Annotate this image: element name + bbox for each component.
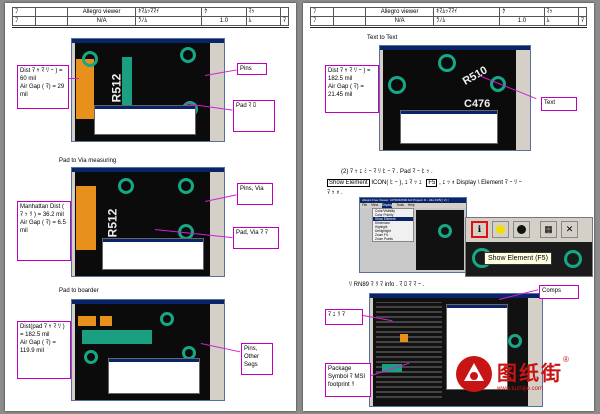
- toolbar-zoom: ℹ ▦ ✕ Show Element (F5): [465, 217, 593, 277]
- hdr-cell: ﾏ: [279, 16, 290, 26]
- step-2-intro: (2) ﾏ ｯ ｪ ﾐ ｰ ﾏ ﾘ ﾋ ｰ ﾏ . Pad ﾏ ｰ ﾋ ｯ .: [341, 169, 433, 175]
- watermark-emblem-icon: [456, 356, 492, 392]
- hdr-product: Allegro viewer: [364, 7, 435, 17]
- step-2-line: Show Element ICON( ﾋ ｰ ), ｪ ﾏ ｯ ｪ F5 , ｪ…: [327, 177, 522, 187]
- measurement-note: Dist(pad ﾏ ｬ ﾏ ﾘ ) = 182.5 mil Air Gap (…: [17, 321, 71, 379]
- hdr-cell: ﾌ: [310, 7, 334, 17]
- hdr-cell: [34, 16, 68, 26]
- caption-pad-to-via: Pad to Via measuring: [59, 158, 117, 164]
- yellow-dot-icon[interactable]: [492, 221, 509, 238]
- right-header-table: ﾌ Allegro viewer ｷﾏﾑｯﾏﾏｲ ｸ ﾏｯ ﾌ N/A ﾗﾉﾑ …: [310, 7, 588, 26]
- step-2-end: ﾏ ｯ ｫ .: [327, 190, 343, 196]
- screenshot-pad-to-pad: R512: [71, 38, 225, 142]
- screenshot-pad-to-via: R512: [71, 167, 225, 277]
- screenshot-text-to-text: R510 C476: [379, 45, 531, 151]
- display-menu-dropdown: Color/Visibility Color Priority Show Eleme…: [372, 208, 414, 242]
- hdr-cell: ﾌ: [12, 16, 36, 26]
- hdr-cell: [34, 7, 68, 17]
- hdr-cell: ﾗﾉﾑ: [135, 16, 203, 26]
- hdr-doc-no: N/A: [66, 16, 137, 26]
- ratsnest-icon[interactable]: ✕: [561, 221, 578, 238]
- note-highlight: ﾏ ｪ ﾘ ﾏ: [325, 309, 363, 325]
- hdr-cell: ｸ: [499, 7, 545, 17]
- show-element-highlight: Show Element: [327, 179, 370, 187]
- hdr-cell: ﾏｯ: [543, 7, 579, 17]
- label-pins: Pins: [237, 63, 267, 75]
- header-divider: [12, 27, 289, 28]
- hdr-cell: ｷﾏﾑｯﾏﾏｲ: [433, 7, 501, 17]
- hdr-version: 1.0: [499, 16, 545, 26]
- measurement-note: Dist ﾏ ｬ ﾏ ﾘ ｰ ) = 182.5 mil Air Gap ( ﾏ…: [325, 65, 379, 113]
- measurement-note: Manhattan Dist ( ﾏ ｯ ﾘ ) = 36.2 mil Air …: [17, 201, 71, 261]
- label-pins-other-segs: Pins, Other Segs: [241, 343, 273, 375]
- hdr-cell: [279, 7, 290, 17]
- watermark-brand: 图纸街: [497, 360, 563, 385]
- hdr-cell: ﾗﾉﾑ: [433, 16, 501, 26]
- watermark-url: www.tuzhijie.com: [497, 385, 544, 392]
- hdr-cell: ﾏｯ: [245, 7, 281, 17]
- black-dot-icon[interactable]: [513, 221, 530, 238]
- screenshot-pad-to-border: [71, 299, 225, 401]
- hdr-cell: ﾑ: [543, 16, 579, 26]
- silk-refdes: R510: [460, 64, 490, 88]
- grid-icon[interactable]: ▦: [540, 221, 557, 238]
- measurement-note: Dist ﾏ ｬ ﾏ ﾘ ｰ ) = 60 mil Air Gap ( ﾏ) =…: [17, 65, 69, 109]
- hdr-cell: ｸ: [201, 7, 247, 17]
- hdr-cell: ﾑ: [245, 16, 281, 26]
- caption-pad-to-border: Pad to boarder: [59, 288, 99, 294]
- menubar-item-file[interactable]: File: [362, 203, 367, 208]
- hdr-doc-no: N/A: [364, 16, 435, 26]
- hdr-version: 1.0: [201, 16, 247, 26]
- hdr-cell: ﾌ: [310, 16, 334, 26]
- f5-key: F5: [426, 179, 438, 187]
- hdr-cell: [332, 16, 366, 26]
- hdr-cell: [577, 7, 588, 17]
- header-divider: [310, 27, 587, 28]
- menu-item[interactable]: Zoom Points: [373, 237, 413, 241]
- hdr-cell: ﾏ: [577, 16, 588, 26]
- hdr-cell: [332, 7, 366, 17]
- silk-refdes: R512: [105, 208, 120, 238]
- silk-refdes: C476: [464, 98, 491, 110]
- label-comps: Comps: [539, 285, 579, 299]
- show-element-tooltip: Show Element (F5): [484, 252, 552, 265]
- hdr-product: Allegro viewer: [66, 7, 137, 17]
- watermark-logo: 图纸街 www.tuzhijie.com ®: [455, 355, 569, 393]
- silk-refdes: R512: [109, 73, 124, 103]
- left-page: ﾌ Allegro viewer ｷﾏﾑｯﾏﾏｲ ｸ ﾏｯ ﾌ N/A ﾗﾉﾑ …: [5, 3, 296, 411]
- label-text: Text: [541, 97, 577, 111]
- label-pins-via: Pins, Via: [237, 183, 273, 205]
- caption-text-to-text: Text to Text: [367, 35, 398, 41]
- label-pad: Pad ﾏ ﾛ: [233, 100, 275, 132]
- screenshot-display-menu: Allegro Free Viewer: 107D010ISR.brd Proj…: [359, 197, 467, 273]
- hdr-cell: ﾌ: [12, 7, 36, 17]
- watermark-reg: ®: [563, 355, 569, 364]
- note-package-symbol: Package Symbol ﾏ MSI footprint ﾘ: [325, 363, 371, 397]
- step-2-display-path: , ｪ ｯ ｫ Display \ Element ﾏ ｰ ﾘ ｰ: [439, 180, 522, 186]
- label-pad-via: Pad, Via ﾏ ﾏ: [233, 227, 279, 249]
- hdr-cell: ｷﾏﾑｯﾏﾏｲ: [135, 7, 203, 17]
- right-page: ﾌ Allegro viewer ｷﾏﾑｯﾏﾏｲ ｸ ﾏｯ ﾌ N/A ﾗﾉﾑ …: [303, 3, 594, 411]
- step-2-icon-text: ICON( ﾋ ｰ ), ｪ ﾏ ｯ ｪ: [371, 180, 422, 186]
- step-3: ﾘ RN89 ﾏ ﾘ ﾏ info . ﾏ ﾛ ﾏ ﾏ ｰ .: [349, 282, 425, 288]
- show-element-icon[interactable]: ℹ: [471, 221, 488, 238]
- left-header-table: ﾌ Allegro viewer ｷﾏﾑｯﾏﾏｲ ｸ ﾏｯ ﾌ N/A ﾗﾉﾑ …: [12, 7, 290, 26]
